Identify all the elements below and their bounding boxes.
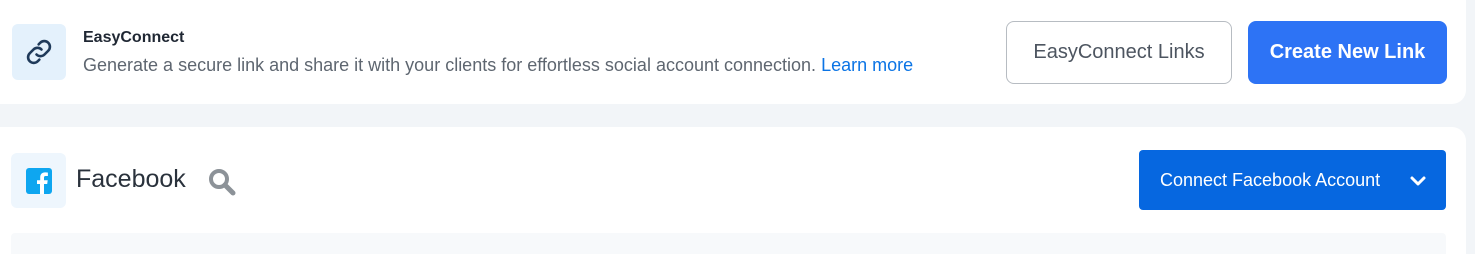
easyconnect-links-button[interactable]: EasyConnect Links bbox=[1006, 21, 1232, 84]
facebook-card: Facebook Connect Facebook Account bbox=[0, 127, 1466, 254]
easyconnect-description: Generate a secure link and share it with… bbox=[83, 55, 913, 76]
easyconnect-description-text: Generate a secure link and share it with… bbox=[83, 55, 817, 75]
link-icon bbox=[12, 24, 66, 80]
easyconnect-title: EasyConnect bbox=[83, 29, 185, 46]
easyconnect-card: EasyConnect Generate a secure link and s… bbox=[0, 0, 1466, 104]
facebook-icon-box bbox=[11, 153, 66, 208]
connect-facebook-account-label: Connect Facebook Account bbox=[1160, 169, 1381, 190]
search-icon[interactable] bbox=[206, 166, 238, 198]
facebook-title: Facebook bbox=[76, 165, 186, 193]
facebook-icon bbox=[25, 167, 52, 194]
connect-facebook-account-button[interactable]: Connect Facebook Account bbox=[1139, 150, 1446, 210]
facebook-accounts-panel bbox=[11, 233, 1446, 254]
learn-more-link[interactable]: Learn more bbox=[821, 55, 913, 75]
create-new-link-button[interactable]: Create New Link bbox=[1248, 21, 1447, 84]
chevron-down-icon bbox=[1409, 172, 1427, 186]
